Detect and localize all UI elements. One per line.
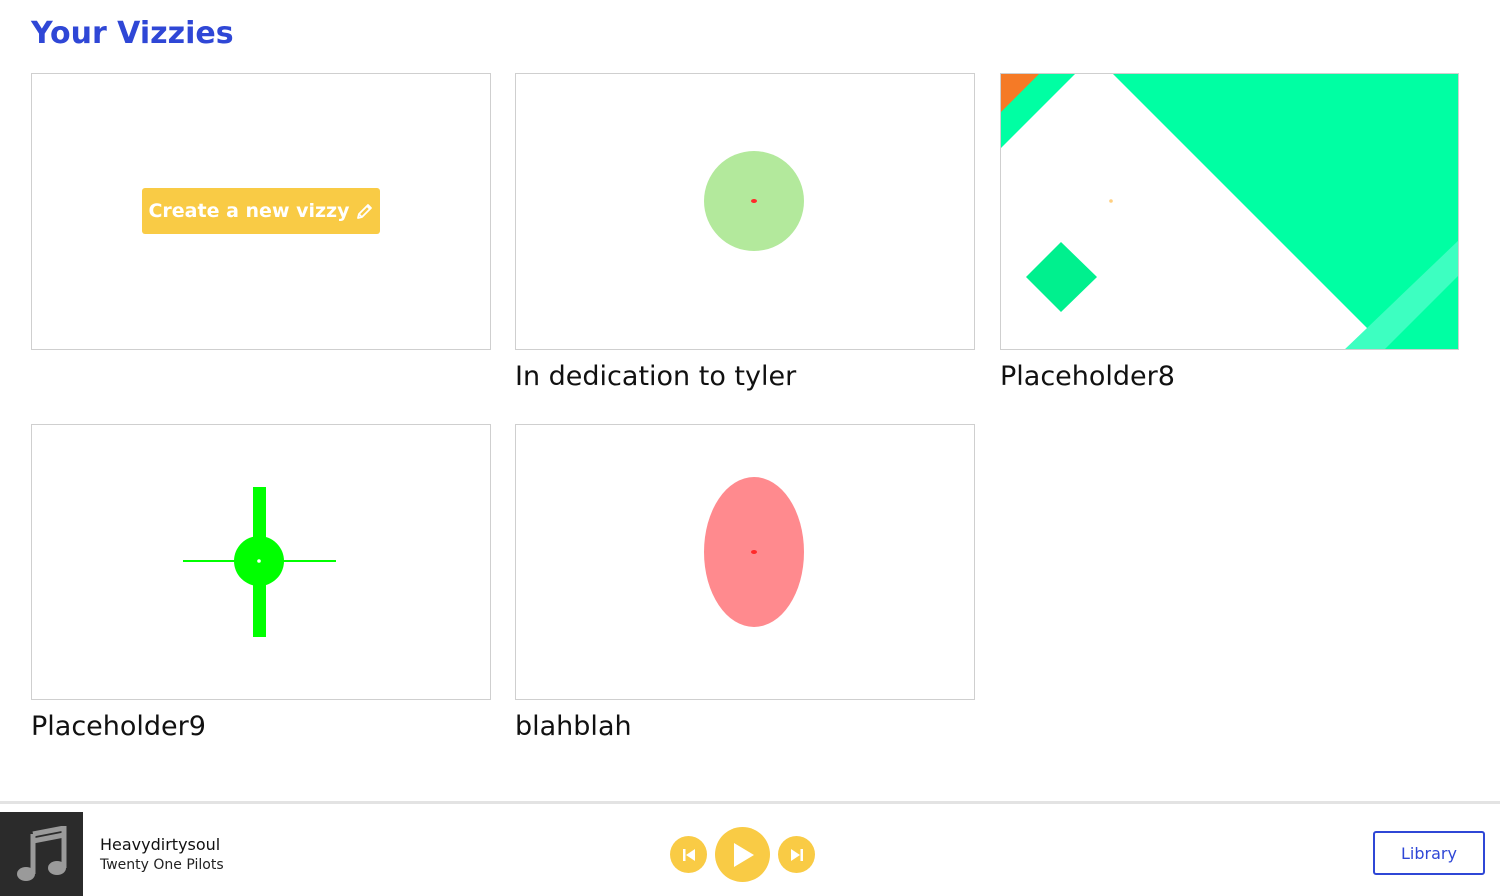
library-button[interactable]: Library bbox=[1373, 831, 1485, 875]
vizzy-card[interactable] bbox=[515, 73, 975, 350]
album-art bbox=[0, 812, 83, 896]
vizzy-title[interactable]: Placeholder8 bbox=[1000, 361, 1175, 392]
vizzy-card[interactable] bbox=[31, 424, 491, 700]
page-title: Your Vizzies bbox=[31, 16, 234, 51]
vizzy-title[interactable]: blahblah bbox=[515, 711, 632, 742]
pencil-icon bbox=[356, 202, 374, 220]
previous-icon bbox=[682, 848, 695, 861]
vizzy-preview bbox=[1001, 74, 1458, 349]
music-player-bar: Heavydirtysoul Twenty One Pilots Library bbox=[0, 801, 1500, 896]
play-icon bbox=[733, 842, 754, 867]
vizzy-title[interactable]: In dedication to tyler bbox=[515, 361, 796, 392]
vizzy-title[interactable]: Placeholder9 bbox=[31, 711, 206, 742]
track-title: Heavydirtysoul bbox=[100, 835, 221, 854]
create-vizzy-button[interactable]: Create a new vizzy bbox=[142, 188, 380, 234]
play-button[interactable] bbox=[715, 827, 770, 882]
vizzy-card[interactable] bbox=[515, 424, 975, 700]
track-artist: Twenty One Pilots bbox=[100, 857, 224, 873]
create-vizzy-label: Create a new vizzy bbox=[148, 200, 350, 222]
music-note-icon bbox=[16, 826, 66, 881]
next-icon bbox=[790, 848, 803, 861]
vizzy-card[interactable] bbox=[1000, 73, 1459, 350]
next-button[interactable] bbox=[778, 836, 815, 873]
vizzy-preview bbox=[704, 477, 804, 627]
previous-button[interactable] bbox=[670, 836, 707, 873]
vizzy-preview bbox=[183, 487, 336, 637]
vizzy-preview bbox=[704, 151, 804, 251]
create-vizzy-card: Create a new vizzy bbox=[31, 73, 491, 350]
